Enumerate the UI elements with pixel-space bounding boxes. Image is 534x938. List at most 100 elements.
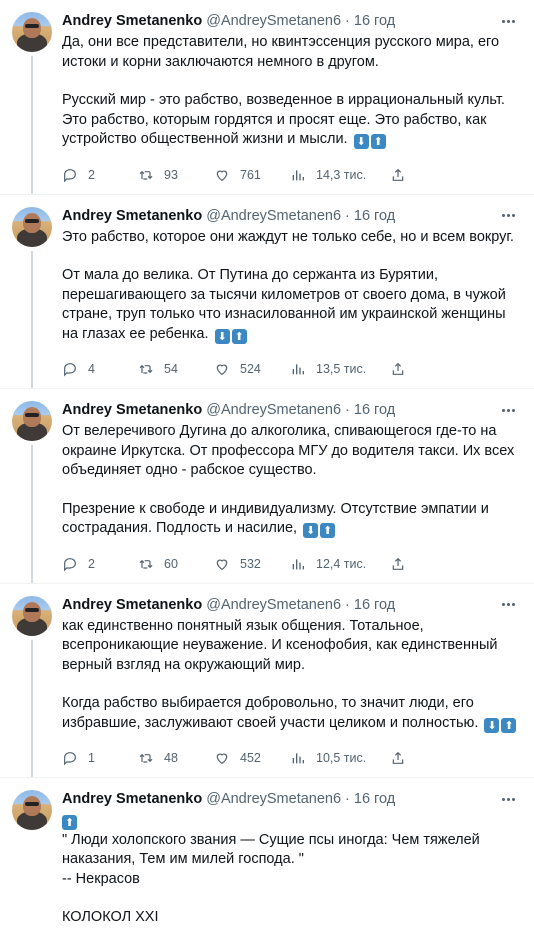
share-icon: [392, 557, 404, 570]
views-icon: [292, 753, 304, 764]
retweet-count: 54: [164, 362, 178, 376]
paragraph-text: Русский мир - это рабство, возведенное в…: [62, 92, 505, 147]
closing-text: КОЛОКОЛ XXI: [62, 909, 159, 925]
share-button[interactable]: [390, 556, 466, 572]
thread-connector-line: [31, 56, 33, 194]
views-count: 14,3 тис.: [316, 167, 367, 182]
views-button[interactable]: 14,3 тис.: [290, 167, 390, 183]
author-name[interactable]: Andrey Smetanenko: [62, 11, 202, 31]
paragraph-text: Презрение к свободе и индивидуализму. От…: [62, 500, 489, 537]
avatar[interactable]: [12, 12, 52, 52]
more-icon[interactable]: [498, 401, 518, 419]
tweet-header: Andrey Smetanenko @AndreySmetanen6 · 16 …: [62, 594, 518, 616]
tweet-left-column: [8, 10, 56, 194]
share-icon: [392, 168, 404, 181]
avatar[interactable]: [12, 206, 52, 247]
tweet-time[interactable]: 16 год: [354, 789, 395, 809]
reply-button[interactable]: 4: [62, 361, 138, 377]
paragraph-text: Когда рабство выбирается добровольно, то…: [62, 695, 479, 731]
more-icon[interactable]: [498, 12, 518, 30]
reply-button[interactable]: 2: [62, 167, 138, 183]
more-icon[interactable]: [498, 790, 518, 808]
like-button[interactable]: 532: [214, 556, 290, 572]
like-count: 452: [240, 751, 261, 765]
tweet-time[interactable]: 16 год: [354, 400, 395, 420]
author-handle[interactable]: @AndreySmetanen6: [206, 206, 341, 226]
down-arrow-emoji-icon: ⬇: [303, 523, 319, 538]
author-handle[interactable]: @AndreySmetanen6: [206, 595, 341, 615]
tweet-time[interactable]: 16 год: [354, 206, 395, 226]
author-name[interactable]: Andrey Smetanenko: [62, 400, 202, 420]
tweet-text: Да, они все представители, но квинтэссен…: [62, 33, 518, 150]
retweet-button[interactable]: 93: [138, 167, 214, 183]
share-button[interactable]: [390, 750, 466, 766]
views-icon: [292, 169, 304, 180]
like-button[interactable]: 761: [214, 167, 290, 183]
author-handle[interactable]: @AndreySmetanen6: [206, 789, 341, 809]
views-button[interactable]: 10,5 тис.: [290, 750, 390, 766]
avatar[interactable]: [12, 790, 52, 830]
author-name[interactable]: Andrey Smetanenko: [62, 595, 202, 615]
reply-icon: [64, 557, 76, 571]
like-count: 532: [240, 556, 261, 571]
like-button[interactable]: 452: [214, 750, 290, 766]
paragraph-text: От мала до велика. От Путина до сержанта…: [62, 267, 506, 342]
tweet-actions: 2 93 761 14,3 тис.: [62, 156, 518, 194]
tweet-time[interactable]: 16 год: [354, 11, 395, 31]
like-button[interactable]: 524: [214, 361, 290, 377]
separator-dot: ·: [345, 791, 350, 807]
reply-count: 2: [88, 556, 95, 571]
up-arrow-emoji-icon: ⬆: [62, 815, 77, 830]
up-arrow-emoji-icon: ⬆: [320, 523, 336, 538]
tweet-left-column: [8, 788, 56, 938]
reply-count: 1: [88, 751, 95, 765]
views-button[interactable]: 13,5 тис.: [290, 361, 390, 377]
author-name[interactable]: Andrey Smetanenko: [62, 789, 202, 809]
tweet[interactable]: Andrey Smetanenko @AndreySmetanen6 · 16 …: [0, 584, 534, 778]
author-handle[interactable]: @AndreySmetanen6: [206, 400, 341, 420]
reply-button[interactable]: 2: [62, 556, 138, 572]
up-arrow-emoji-icon: ⬆: [370, 134, 386, 149]
retweet-button[interactable]: 48: [138, 750, 214, 766]
down-arrow-emoji-icon: ⬇: [214, 328, 230, 344]
tweet-text: От велеречивого Дугина до алкоголика, сп…: [62, 422, 518, 539]
share-button[interactable]: [390, 167, 466, 183]
retweet-icon: [139, 559, 153, 569]
retweet-button[interactable]: 60: [138, 556, 214, 572]
tweet-time[interactable]: 16 год: [354, 595, 395, 615]
up-arrow-emoji-icon: ⬆: [231, 328, 247, 344]
retweet-count: 93: [164, 167, 178, 182]
avatar[interactable]: [12, 401, 52, 441]
more-icon[interactable]: [498, 596, 518, 614]
reply-button[interactable]: 1: [62, 750, 138, 766]
share-icon: [392, 362, 404, 375]
reply-icon: [64, 168, 76, 182]
more-icon[interactable]: [498, 207, 518, 225]
up-arrow-emoji-icon: ⬆: [501, 717, 517, 733]
tweet-paragraph: Когда рабство выбирается добровольно, то…: [62, 694, 518, 733]
views-button[interactable]: 12,4 тис.: [290, 556, 390, 572]
views-count: 10,5 тис.: [316, 751, 367, 765]
tweet-paragraph: ⬆: [62, 811, 518, 831]
avatar[interactable]: [12, 595, 52, 636]
tweet[interactable]: Andrey Smetanenko @AndreySmetanen6 · 16 …: [0, 389, 534, 584]
quote-attribution: -- Некрасов: [62, 870, 140, 887]
tweet-header: Andrey Smetanenko @AndreySmetanen6 · 16 …: [62, 788, 518, 810]
author-handle[interactable]: @AndreySmetanen6: [206, 11, 341, 31]
tweet-content: Andrey Smetanenko @AndreySmetanen6 · 16 …: [56, 10, 518, 194]
tweet[interactable]: Andrey Smetanenko @AndreySmetanen6 · 16 …: [0, 195, 534, 389]
retweet-button[interactable]: 54: [138, 361, 214, 377]
share-button[interactable]: [390, 361, 466, 377]
retweet-count: 60: [164, 556, 178, 571]
tweet-content: Andrey Smetanenko @AndreySmetanen6 · 16 …: [56, 205, 518, 389]
tweet[interactable]: Andrey Smetanenko @AndreySmetanen6 · 16 …: [0, 0, 534, 195]
tweet-left-column: [8, 205, 56, 388]
tweet-left-column: [8, 399, 56, 583]
views-icon: [292, 558, 304, 569]
tweet-paragraph: От велеречивого Дугина до алкоголика, сп…: [62, 423, 515, 478]
thread-connector-line: [31, 639, 33, 777]
author-name[interactable]: Andrey Smetanenko: [62, 206, 202, 226]
tweet-header: Andrey Smetanenko @AndreySmetanen6 · 16 …: [62, 399, 518, 421]
reply-icon: [64, 363, 76, 377]
tweet-paragraph: как единственно понятный язык общения. Т…: [62, 617, 498, 673]
